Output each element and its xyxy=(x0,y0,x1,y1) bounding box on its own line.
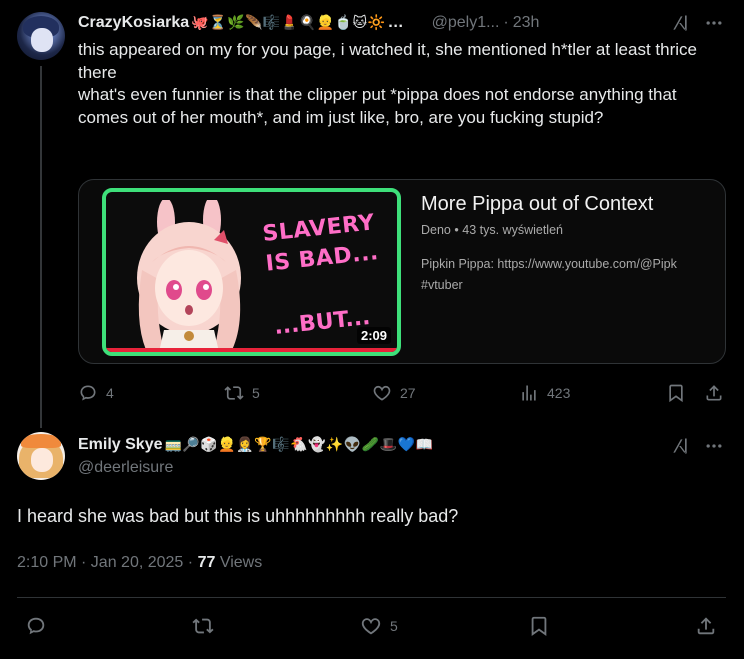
views-icon xyxy=(522,385,536,401)
meta-separator: • xyxy=(454,223,459,237)
reply-text-line: what's even funnier is that the clipper … xyxy=(78,85,677,127)
repost-icon xyxy=(224,386,244,400)
video-description-line: Pipkin Pippa: https://www.youtube.com/@P… xyxy=(421,257,677,271)
bookmark-icon xyxy=(531,616,547,636)
name-ellipsis: … xyxy=(387,14,404,31)
share-icon xyxy=(706,385,722,401)
views-count: 423 xyxy=(547,385,571,401)
bookmark-icon xyxy=(669,384,683,403)
main-header: Emily Skye 🚃🔎🎲👱👩‍⚕️🏆🎼🐔👻✨👽🥒🎩💙📖 xyxy=(78,434,433,456)
thumb-text-line: IS BAD... xyxy=(264,240,380,277)
reply-count: 4 xyxy=(106,385,114,401)
video-description: Pipkin Pippa: https://www.youtube.com/@P… xyxy=(421,254,725,296)
like-button[interactable]: 27 xyxy=(372,383,416,403)
post-time[interactable]: 23h xyxy=(513,14,540,32)
like-icon xyxy=(361,618,381,635)
views-label: Views xyxy=(219,554,263,571)
video-meta: Deno • 43 tys. wyświetleń xyxy=(421,223,563,237)
main-actions: 5 xyxy=(17,615,726,639)
main-post: Emily Skye 🚃🔎🎲👱👩‍⚕️🏆🎼🐔👻✨👽🥒🎩💙📖 @deerleisu… xyxy=(0,420,744,659)
video-channel[interactable]: Deno xyxy=(421,223,451,237)
repost-count: 5 xyxy=(252,385,260,401)
reply-icon xyxy=(80,385,96,401)
avatar-face xyxy=(31,448,53,472)
reply-actions: 4 5 27 423 xyxy=(78,381,728,405)
video-views: 43 tys. wyświetleń xyxy=(462,223,563,237)
progress-bar xyxy=(106,348,397,352)
author-name[interactable]: Emily Skye xyxy=(78,436,163,454)
repost-button[interactable]: 5 xyxy=(224,383,260,403)
thumb-text-top: SLAVERY IS BAD... xyxy=(261,208,380,280)
author-emojis: 🐙⏳🌿🪶🎼💄🍳👱🍵🐱🔆 xyxy=(191,15,386,31)
separator: · xyxy=(503,14,509,31)
avatar[interactable] xyxy=(17,432,65,480)
views-button[interactable]: 423 xyxy=(519,383,570,403)
author-name[interactable]: CrazyKosiarka xyxy=(78,14,189,32)
post-meta: 2:10 PM · Jan 20, 2025 · 77 Views xyxy=(17,554,262,572)
more-icon[interactable] xyxy=(704,436,724,456)
repost-icon xyxy=(192,618,214,634)
reply-text: this appeared on my for you page, i watc… xyxy=(78,39,728,129)
share-icon xyxy=(697,617,715,635)
like-icon xyxy=(373,385,391,401)
bookmark-button[interactable] xyxy=(528,615,550,637)
reply-text-line: this appeared on my for you page, i watc… xyxy=(78,40,697,82)
avatar-hat xyxy=(21,434,61,448)
like-count: 27 xyxy=(400,385,416,401)
repost-button[interactable] xyxy=(192,615,214,637)
video-title[interactable]: More Pippa out of Context xyxy=(421,193,653,216)
share-button[interactable] xyxy=(695,615,717,637)
bookmark-button[interactable] xyxy=(666,383,686,403)
youtube-card[interactable]: SLAVERY IS BAD... ...BUT... 2:09 More Pi… xyxy=(78,179,726,364)
like-count: 5 xyxy=(390,618,398,634)
grok-icon[interactable] xyxy=(670,436,690,456)
thread-line xyxy=(40,66,42,428)
more-icon[interactable] xyxy=(704,13,724,33)
video-thumbnail[interactable]: SLAVERY IS BAD... ...BUT... 2:09 xyxy=(102,188,401,356)
reply-post: CrazyKosiarka 🐙⏳🌿🪶🎼💄🍳👱🍵🐱🔆 … @pely1... · … xyxy=(0,0,744,428)
avatar-face xyxy=(31,28,53,52)
author-emojis: 🚃🔎🎲👱👩‍⚕️🏆🎼🐔👻✨👽🥒🎩💙📖 xyxy=(164,437,434,453)
avatar[interactable] xyxy=(17,12,65,60)
post-text: I heard she was bad but this is uhhhhhhh… xyxy=(17,506,459,526)
reply-header: CrazyKosiarka 🐙⏳🌿🪶🎼💄🍳👱🍵🐱🔆 … @pely1... · … xyxy=(78,12,539,34)
video-description-line: #vtuber xyxy=(421,278,463,292)
author-handle[interactable]: @deerleisure xyxy=(78,459,173,477)
like-button[interactable]: 5 xyxy=(360,615,398,637)
views-count: 77 xyxy=(197,554,216,571)
vtuber-illustration xyxy=(137,200,241,352)
share-button[interactable] xyxy=(704,383,724,403)
video-duration: 2:09 xyxy=(356,327,391,344)
grok-icon[interactable] xyxy=(670,13,690,33)
reply-icon xyxy=(27,617,45,635)
divider xyxy=(17,597,726,598)
reply-button[interactable]: 4 xyxy=(78,383,114,403)
post-timestamp[interactable]: 2:10 PM · Jan 20, 2025 · xyxy=(17,554,193,571)
author-handle[interactable]: @pely1... xyxy=(432,14,500,32)
reply-button[interactable] xyxy=(25,615,47,637)
